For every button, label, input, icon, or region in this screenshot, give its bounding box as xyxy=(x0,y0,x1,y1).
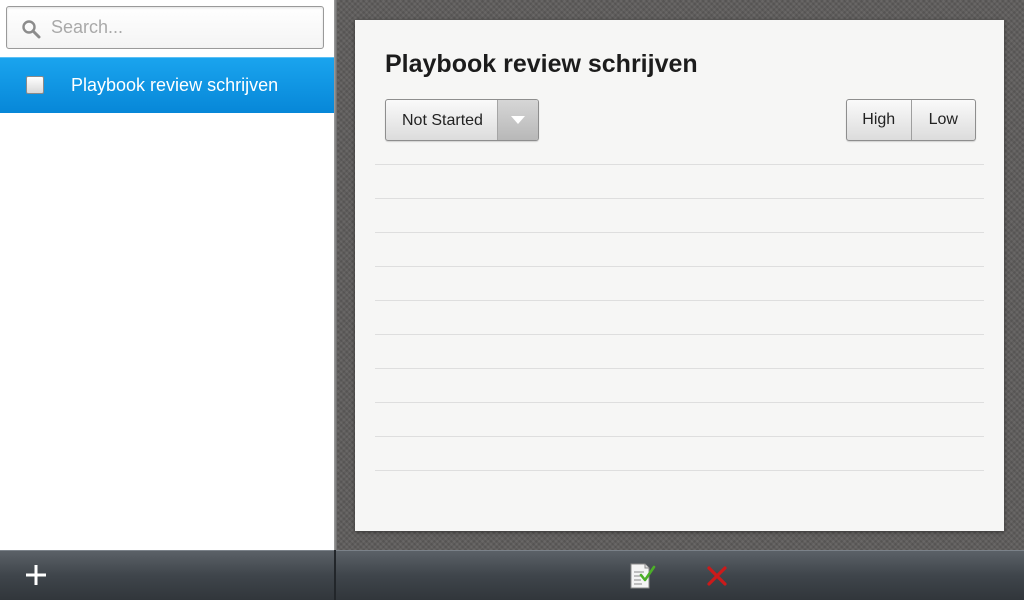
priority-segmented-control: High Low xyxy=(846,99,976,141)
save-note-icon[interactable] xyxy=(628,561,656,591)
note-line xyxy=(375,403,984,437)
status-dropdown-button[interactable] xyxy=(497,100,538,140)
task-title[interactable]: Playbook review schrijven xyxy=(385,50,698,79)
task-list-pane: Playbook review schrijven xyxy=(0,0,334,550)
status-select[interactable]: Not Started xyxy=(385,99,539,141)
search-icon xyxy=(22,20,41,39)
detail-toolbar xyxy=(336,550,1024,600)
note-line xyxy=(375,165,984,199)
priority-high-button[interactable]: High xyxy=(847,100,912,140)
note-line xyxy=(375,267,984,301)
notes-area[interactable] xyxy=(375,164,984,471)
task-checkbox[interactable] xyxy=(26,76,44,94)
plus-icon[interactable] xyxy=(24,563,48,587)
priority-low-button[interactable]: Low xyxy=(912,100,976,140)
note-line xyxy=(375,335,984,369)
chevron-down-icon xyxy=(511,116,525,124)
note-line xyxy=(375,369,984,403)
search-box[interactable] xyxy=(6,6,324,49)
status-value: Not Started xyxy=(402,112,483,129)
task-item-label: Playbook review schrijven xyxy=(71,75,279,95)
note-line xyxy=(375,301,984,335)
note-line xyxy=(375,233,984,267)
task-list-item[interactable]: Playbook review schrijven xyxy=(0,57,334,113)
task-detail-sheet: Playbook review schrijven Not Started Hi… xyxy=(355,20,1004,531)
search-input[interactable] xyxy=(51,7,315,48)
list-toolbar xyxy=(0,550,334,600)
note-line xyxy=(375,437,984,471)
delete-x-icon[interactable] xyxy=(705,564,729,588)
note-line xyxy=(375,199,984,233)
